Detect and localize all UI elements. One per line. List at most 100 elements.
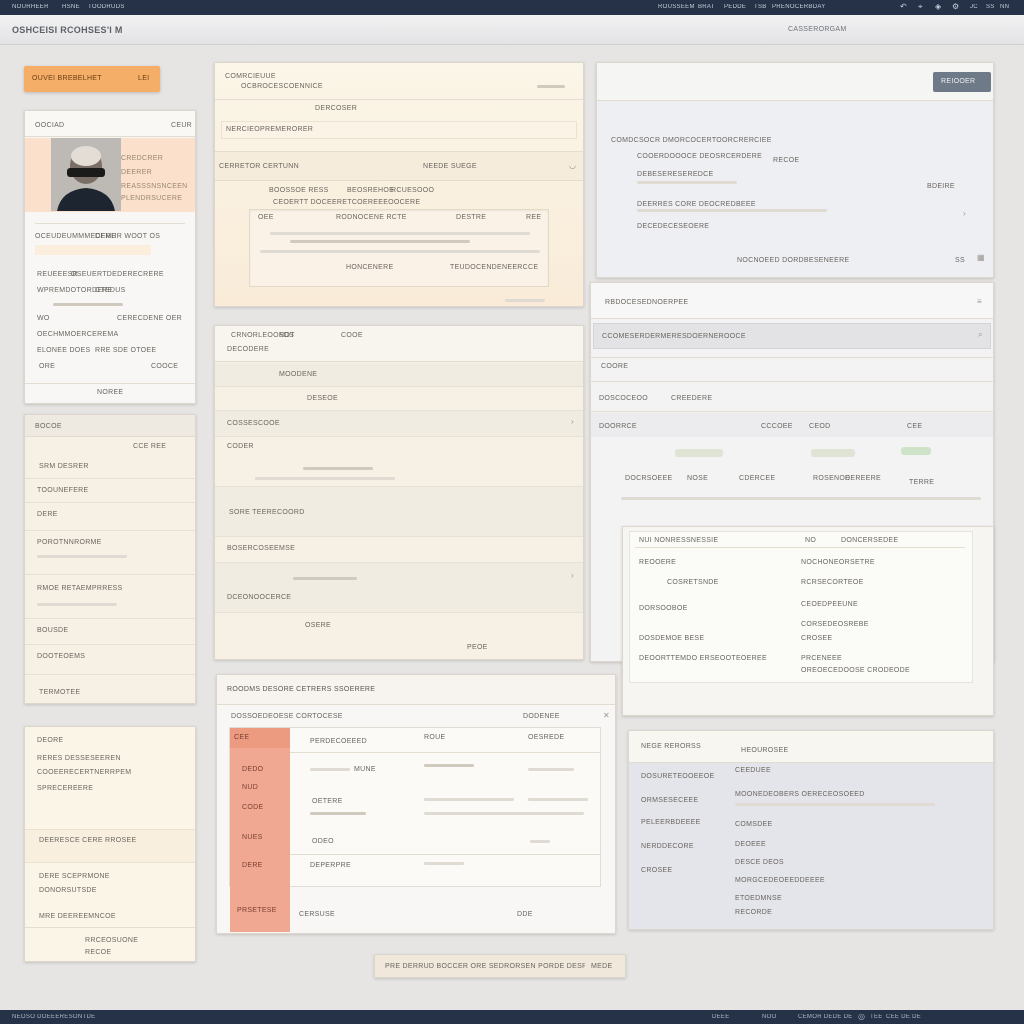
table-cell: NOSE <box>687 475 709 482</box>
control-label[interactable]: JC <box>970 4 978 10</box>
header-right-link[interactable]: CASSERORGAM <box>788 26 847 33</box>
detail-right: CEOEDPEEUNE <box>801 601 858 608</box>
list-item-label: TERMOTEE <box>39 689 81 696</box>
footer-item[interactable]: TEE <box>870 1014 883 1020</box>
panel-right-item: MOONEDEOBERS OERECEOSOEED <box>735 791 865 798</box>
detail-right: OREOECEDOOSE CRODEODE <box>801 667 910 674</box>
form-title: COMRCIEUUE <box>225 73 276 80</box>
back-icon[interactable]: ↶ <box>900 2 907 11</box>
control-label[interactable]: SS <box>986 4 995 10</box>
detail-left: DEOORTTEMDO ERSEOOTEOEREE <box>639 655 767 662</box>
table-toolbar-right[interactable]: DODENEE <box>523 713 560 720</box>
form-desc: CEOERTT DOCEERETCOEREEEOOCERE <box>273 199 421 206</box>
grid-icon[interactable]: ▦ <box>977 253 985 262</box>
table-cell: CDERCEE <box>739 475 776 482</box>
list-item[interactable]: DOOTEOEMS <box>25 645 195 675</box>
right-action-button[interactable]: REIOOER <box>933 72 991 92</box>
list-item[interactable]: SRM DESRER <box>25 455 195 479</box>
panel-title: NEGE RERORSS <box>641 743 701 750</box>
close-icon[interactable]: ✕ <box>603 711 610 720</box>
footer-item[interactable]: DEEE <box>712 1014 730 1020</box>
button-label: OUVEI BREBELHET <box>32 75 102 82</box>
profile-field-label: WO <box>37 315 50 322</box>
table-toolbar: DOSSOEDEOESE CORTOCESE <box>231 713 343 720</box>
list-row[interactable]: BOSERCOSEEMSE <box>215 537 583 563</box>
card-line: SPRECEREERE <box>37 785 94 792</box>
pin-icon[interactable]: ⌖ <box>918 2 923 12</box>
control-label[interactable]: NN <box>1000 4 1009 10</box>
list-item[interactable]: BOUSDE <box>25 619 195 645</box>
menu-item[interactable]: PRENOCERBDAY <box>772 4 826 10</box>
table-cell: TERRE <box>909 479 935 486</box>
detail-title-mid: NO <box>805 537 817 544</box>
list-row[interactable]: › <box>215 563 583 613</box>
list-item[interactable]: POROTNNRORME <box>25 531 195 575</box>
column-header: DOORRCE <box>599 423 637 430</box>
footer-item[interactable]: CEE DE DE <box>886 1014 921 1020</box>
profile-field-label: ELONEE DOES <box>37 347 91 354</box>
card-subheader: DEERESCE CERE RROSEE <box>39 837 137 844</box>
detail-right: CORSEDEOSREBE <box>801 621 869 628</box>
detail-title: NUI NONRESSNESSIE <box>639 537 719 544</box>
footer-item[interactable]: NOO <box>762 1014 777 1020</box>
list-item[interactable]: TOOUNEFERE <box>25 479 195 503</box>
chevron-icon[interactable]: › <box>963 209 966 218</box>
menu-item[interactable]: PEDDE <box>724 4 746 10</box>
detail-left: DORSOOBOE <box>639 605 688 612</box>
panel-line: COOERDOOOCE DEOSRCERDERE <box>637 153 763 160</box>
menu-icon[interactable]: ≡ <box>977 297 982 306</box>
info-icon[interactable]: ◎ <box>858 1012 865 1021</box>
panel-footer: NOCNOEED DORDBESENEERE <box>737 257 850 264</box>
card-footer-link[interactable]: NOREE <box>97 389 123 396</box>
footer-item[interactable]: CEMOR DEDE DE <box>798 1014 853 1020</box>
chevron-icon[interactable]: › <box>571 571 574 580</box>
menu-item[interactable]: BRAT <box>698 4 715 10</box>
list-row[interactable]: CODER <box>215 437 583 487</box>
table-cell: DDE <box>517 911 533 918</box>
settings-icon[interactable]: ⚙ <box>952 2 959 11</box>
menu-item[interactable]: TOODRUDS <box>88 4 125 10</box>
list-row[interactable]: DESEOE <box>215 387 583 411</box>
form-label: BOOSSOE RESS <box>269 187 329 194</box>
chevron-icon[interactable]: › <box>571 417 574 426</box>
sidebar-item[interactable]: CODE <box>242 804 263 811</box>
search-input[interactable]: CCOMESERDERMERESDOERNEROOCE ⌕ <box>593 323 991 349</box>
form-subtitle: OCBROCESCOENNICE <box>241 83 323 90</box>
panel-left-item: CROSEE <box>641 867 673 874</box>
collapse-icon[interactable]: ◡ <box>569 161 576 170</box>
list-row[interactable]: COSSESCOOE › <box>215 411 583 437</box>
sidebar-item[interactable]: DEDO <box>242 766 263 773</box>
panel-left-item: DOSURETEOOEEOE <box>641 773 715 780</box>
form-label: RCUESOOO <box>391 187 435 194</box>
list-row[interactable]: MOODENE <box>215 363 583 387</box>
list-footer: OSERE <box>305 622 332 629</box>
search-icon: ⌕ <box>978 330 983 339</box>
column-header: CEE <box>907 423 923 430</box>
panel-right-item: COMSDEE <box>735 821 773 828</box>
sidebar-item[interactable]: NUD <box>242 784 258 791</box>
list-subheader: DECODERE <box>227 346 270 353</box>
profile-field-value: COOCE <box>151 363 179 370</box>
list-item[interactable]: DERE <box>25 503 195 531</box>
list-item[interactable]: RMOE RETAEMPRRESS <box>25 575 195 619</box>
button-badge: LEI <box>138 75 150 82</box>
form-input[interactable]: NERCIEOPREMERORER <box>221 121 577 139</box>
shield-icon[interactable]: ◈ <box>935 2 941 11</box>
sidebar-item[interactable]: NUES <box>242 834 263 841</box>
detail-left: COSRETSNDE <box>667 579 719 586</box>
list-row[interactable]: SORE TEERECOORD <box>215 487 583 537</box>
column-header: OESREDE <box>528 734 565 741</box>
sidebar-item[interactable]: CEE <box>234 734 249 741</box>
sidebar-item[interactable]: PRSETESE <box>237 907 277 914</box>
menu-item[interactable]: HSNE <box>62 4 80 10</box>
card-item: DONORSUTSDE <box>39 887 97 894</box>
table-cell: MUNE <box>354 766 376 773</box>
detail-left: REOOERE <box>639 559 677 566</box>
menu-item[interactable]: ROUSSEEM <box>658 4 695 10</box>
panel-badge: BDEIRE <box>927 183 955 190</box>
menu-item[interactable]: NOURHEER <box>12 4 49 10</box>
sidebar-item[interactable]: DERE <box>242 862 263 869</box>
primary-action-button[interactable]: OUVEI BREBELHET LEI <box>24 66 160 92</box>
panel-line: DEERRES CORE DEOCREDBEEE <box>637 201 756 208</box>
menu-item[interactable]: TSB <box>754 4 767 10</box>
